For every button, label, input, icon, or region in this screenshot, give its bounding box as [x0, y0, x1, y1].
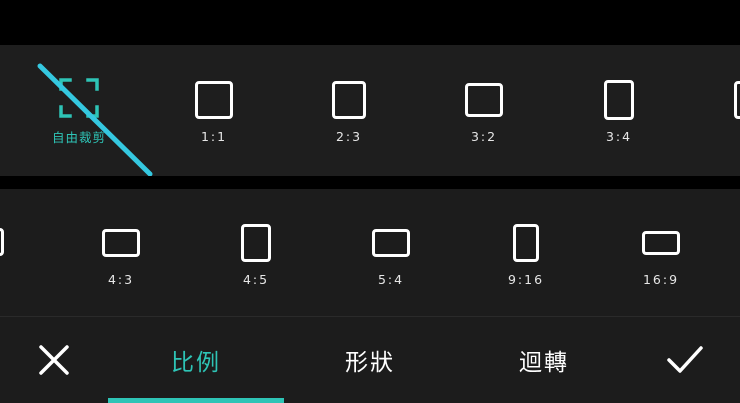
ratio-label: 1:1 — [200, 129, 228, 144]
ratio-option-partial-right[interactable] — [734, 81, 740, 119]
portrait-3-4-icon — [604, 80, 634, 120]
active-tab-indicator — [108, 398, 284, 403]
ratio-option-2-3[interactable]: 2:3 — [299, 81, 399, 144]
check-icon — [667, 346, 703, 373]
ratio-option-3-2[interactable]: 3:2 — [434, 83, 534, 144]
ratio-label: 9:16 — [507, 272, 545, 287]
ratio-label: 3:4 — [605, 129, 633, 144]
portrait-9-16-icon — [513, 224, 539, 262]
ratio-label: 4:3 — [107, 272, 135, 287]
ratio-label: 5:4 — [377, 272, 405, 287]
ratio-option-16-9[interactable]: 16:9 — [611, 231, 711, 287]
ratio-option-5-4[interactable]: 5:4 — [341, 229, 441, 287]
portrait-4-5-icon — [241, 224, 271, 262]
landscape-3-2-icon — [465, 83, 503, 117]
ratio-option-partial-left[interactable] — [0, 228, 4, 256]
ratio-option-4-3[interactable]: 4:3 — [71, 229, 171, 287]
ratio-option-4-5[interactable]: 4:5 — [206, 224, 306, 287]
landscape-16-9-icon — [642, 231, 680, 255]
crop-editor: 自由裁剪 1:1 2:3 3:2 3:4 4:3 4:5 5:4 9:16 16… — [0, 0, 740, 403]
landscape-4-3-icon — [102, 229, 140, 257]
portrait-2-3-icon — [332, 81, 366, 119]
ratio-option-3-4[interactable]: 3:4 — [569, 80, 669, 144]
cancel-button[interactable] — [30, 336, 78, 384]
tab-ratio[interactable]: 比例 — [108, 317, 284, 403]
strike-line — [37, 63, 153, 176]
tab-shape[interactable]: 形狀 — [284, 317, 456, 403]
ratio-label: 2:3 — [335, 129, 363, 144]
ratio-label: 4:5 — [242, 272, 270, 287]
ratio-strip-bottom[interactable]: 4:3 4:5 5:4 9:16 16:9 — [0, 189, 740, 317]
bottom-toolbar: 比例 形狀 迴轉 — [0, 317, 740, 403]
square-icon — [195, 81, 233, 119]
close-icon — [39, 345, 69, 375]
landscape-5-4-icon — [372, 229, 410, 257]
ratio-label: 3:2 — [470, 129, 498, 144]
ratio-option-9-16[interactable]: 9:16 — [476, 224, 576, 287]
tab-rotate[interactable]: 迴轉 — [456, 317, 632, 403]
confirm-button[interactable] — [660, 336, 710, 384]
ratio-label: 16:9 — [642, 272, 680, 287]
ratio-strip-top[interactable]: 自由裁剪 1:1 2:3 3:2 3:4 — [0, 45, 740, 176]
